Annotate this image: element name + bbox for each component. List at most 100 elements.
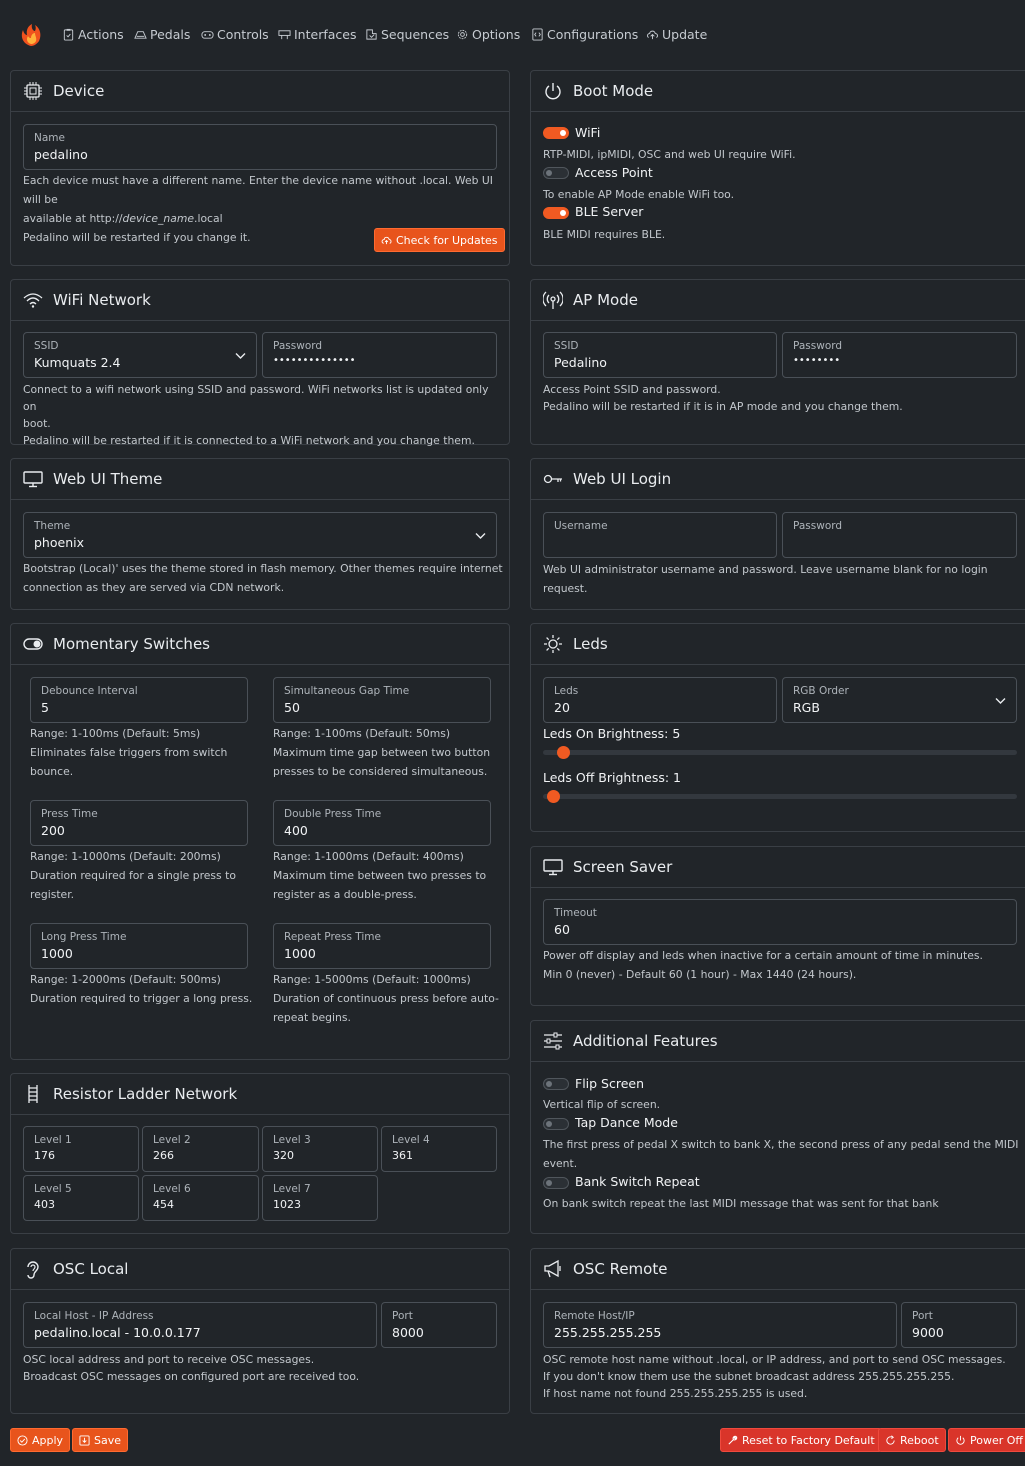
ssid-select[interactable]: SSID Kumquats 2.4 — [23, 332, 257, 378]
level-field[interactable]: Level 4 361 — [381, 1126, 497, 1172]
theme-help: Bootstrap (Local)' uses the theme stored… — [23, 559, 503, 597]
save-button[interactable]: Save — [72, 1428, 129, 1452]
field-label: Password — [273, 340, 323, 352]
level-field[interactable]: Level 5 403 — [23, 1175, 139, 1221]
field-label: Simultaneous Gap Time — [284, 685, 410, 697]
level-field[interactable]: Level 3 320 — [262, 1126, 378, 1172]
local-host-field[interactable]: Local Host - IP Address pedalino.local -… — [23, 1302, 377, 1348]
flip-screen-toggle[interactable] — [543, 1078, 569, 1090]
level-field[interactable]: Level 1 176 — [23, 1126, 139, 1172]
card-title: AP Mode — [573, 291, 638, 309]
username-field[interactable]: Username — [543, 512, 777, 558]
card-header: OSC Remote — [531, 1249, 1025, 1290]
slider-thumb[interactable] — [557, 746, 571, 759]
help-line: Pedalino will be restarted if it is conn… — [23, 434, 475, 447]
leds-on-brightness-slider[interactable] — [543, 750, 1017, 755]
card-title: Screen Saver — [573, 858, 673, 876]
simultaneous-gap-field[interactable]: Simultaneous Gap Time 50 — [273, 677, 491, 723]
nav-controls[interactable]: Controls — [201, 27, 269, 42]
remote-port-field[interactable]: Port 9000 — [901, 1302, 1017, 1348]
toggle-label: Flip Screen — [575, 1076, 645, 1091]
slider-thumb[interactable] — [546, 790, 560, 803]
nav-interfaces[interactable]: Interfaces — [278, 27, 356, 42]
level-field[interactable]: Level 6 454 — [142, 1175, 259, 1221]
field-value: 266 — [153, 1149, 174, 1162]
cloud-upload-icon — [381, 236, 392, 244]
nav-update[interactable]: Update — [646, 27, 707, 42]
level-field[interactable]: Level 2 266 — [142, 1126, 259, 1172]
ladder-icon — [28, 1085, 38, 1103]
nav-sequences[interactable]: Sequences — [365, 27, 449, 42]
ap-password-field[interactable]: Password •••••••• — [782, 332, 1017, 378]
leds-off-brightness-slider[interactable] — [543, 794, 1017, 799]
reset-factory-button[interactable]: Reset to Factory Default — [720, 1428, 882, 1452]
help-line: If host name not found 255.255.255.255 i… — [543, 1387, 808, 1400]
save-icon — [79, 1434, 90, 1446]
bank-switch-repeat-toggle[interactable] — [543, 1177, 569, 1189]
nav-options[interactable]: Options — [456, 27, 520, 42]
login-password-field[interactable]: Password — [782, 512, 1017, 558]
long-press-field[interactable]: Long Press Time 1000 — [30, 923, 248, 969]
field-label: Timeout — [554, 907, 597, 919]
local-port-field[interactable]: Port 8000 — [381, 1302, 497, 1348]
help-line: Range: 1-2000ms (Default: 500ms) — [30, 973, 221, 986]
wifi-toggle[interactable] — [543, 127, 569, 139]
monitor-icon — [543, 859, 563, 876]
help-line: register as a double-press. — [273, 888, 417, 901]
check-updates-button[interactable]: Check for Updates — [374, 228, 505, 252]
wifi-password-field[interactable]: Password •••••••••••••• — [262, 332, 497, 378]
nav-configurations[interactable]: Configurations — [531, 27, 638, 42]
sliders-icon — [544, 1032, 562, 1050]
field-value: 400 — [284, 823, 308, 838]
help-line: bounce. — [30, 765, 74, 778]
field-label: Level 2 — [153, 1134, 191, 1146]
theme-select[interactable]: Theme phoenix — [23, 512, 497, 558]
help-text: On bank switch repeat the last MIDI mess… — [543, 1197, 939, 1210]
field-value: RGB — [793, 700, 820, 715]
debounce-help: Range: 1-100ms (Default: 5ms) Eliminates… — [30, 724, 255, 781]
help-line: Maximum time gap between two button — [273, 746, 491, 759]
press-time-field[interactable]: Press Time 200 — [30, 800, 248, 846]
nav-pedals[interactable]: Pedals — [134, 27, 190, 42]
double-press-field[interactable]: Double Press Time 400 — [273, 800, 491, 846]
device-card: Device Name pedalino Each device must ha… — [10, 70, 510, 266]
rgb-order-select[interactable]: RGB Order RGB — [782, 677, 1017, 723]
help-line: Range: 1-100ms (Default: 50ms) — [273, 727, 451, 740]
chevron-down-icon — [475, 533, 486, 539]
field-value: 200 — [41, 823, 65, 838]
broadcast-icon — [543, 291, 563, 309]
simgap-help: Range: 1-100ms (Default: 50ms) Maximum t… — [273, 724, 503, 781]
nav-label: Actions — [78, 27, 124, 42]
debounce-interval-field[interactable]: Debounce Interval 5 — [30, 677, 248, 723]
timeout-field[interactable]: Timeout 60 — [543, 899, 1017, 945]
reboot-button[interactable]: Reboot — [878, 1428, 946, 1452]
nav-actions[interactable]: Actions — [62, 27, 124, 42]
wrench-icon — [728, 1435, 738, 1445]
access-point-toggle[interactable] — [543, 167, 569, 179]
phoenix-logo-icon[interactable] — [18, 22, 44, 48]
card-header: WiFi Network — [11, 280, 509, 321]
nav-label: Controls — [217, 27, 269, 42]
ap-ssid-field[interactable]: SSID Pedalino — [543, 332, 777, 378]
device-name-field[interactable]: Name pedalino — [23, 124, 497, 170]
leds-count-field[interactable]: Leds 20 — [543, 677, 777, 723]
level-field[interactable]: Level 7 1023 — [262, 1175, 378, 1221]
apply-button[interactable]: Apply — [10, 1428, 71, 1452]
repeat-press-field[interactable]: Repeat Press Time 1000 — [273, 923, 491, 969]
tap-dance-toggle[interactable] — [543, 1118, 569, 1130]
remote-host-field[interactable]: Remote Host/IP 255.255.255.255 — [543, 1302, 897, 1348]
ap-help: Access Point SSID and password. Pedalino… — [543, 381, 1023, 415]
field-value[interactable]: pedalino — [34, 147, 88, 162]
power-off-button[interactable]: Power Off — [948, 1428, 1025, 1452]
sequence-icon — [366, 29, 377, 40]
reboot-icon — [886, 1434, 895, 1445]
clipboard-icon — [63, 28, 74, 41]
toggle-label: Access Point — [575, 165, 653, 180]
card-title: OSC Remote — [573, 1260, 668, 1278]
long-help: Range: 1-2000ms (Default: 500ms) Duratio… — [30, 970, 260, 1008]
ble-server-toggle[interactable] — [543, 207, 569, 219]
card-title: Web UI Theme — [53, 470, 163, 488]
slider-label: Leds Off Brightness: 1 — [543, 770, 682, 785]
help-text: Web UI administrator username and passwo… — [543, 563, 988, 595]
field-label: Username — [554, 520, 608, 532]
